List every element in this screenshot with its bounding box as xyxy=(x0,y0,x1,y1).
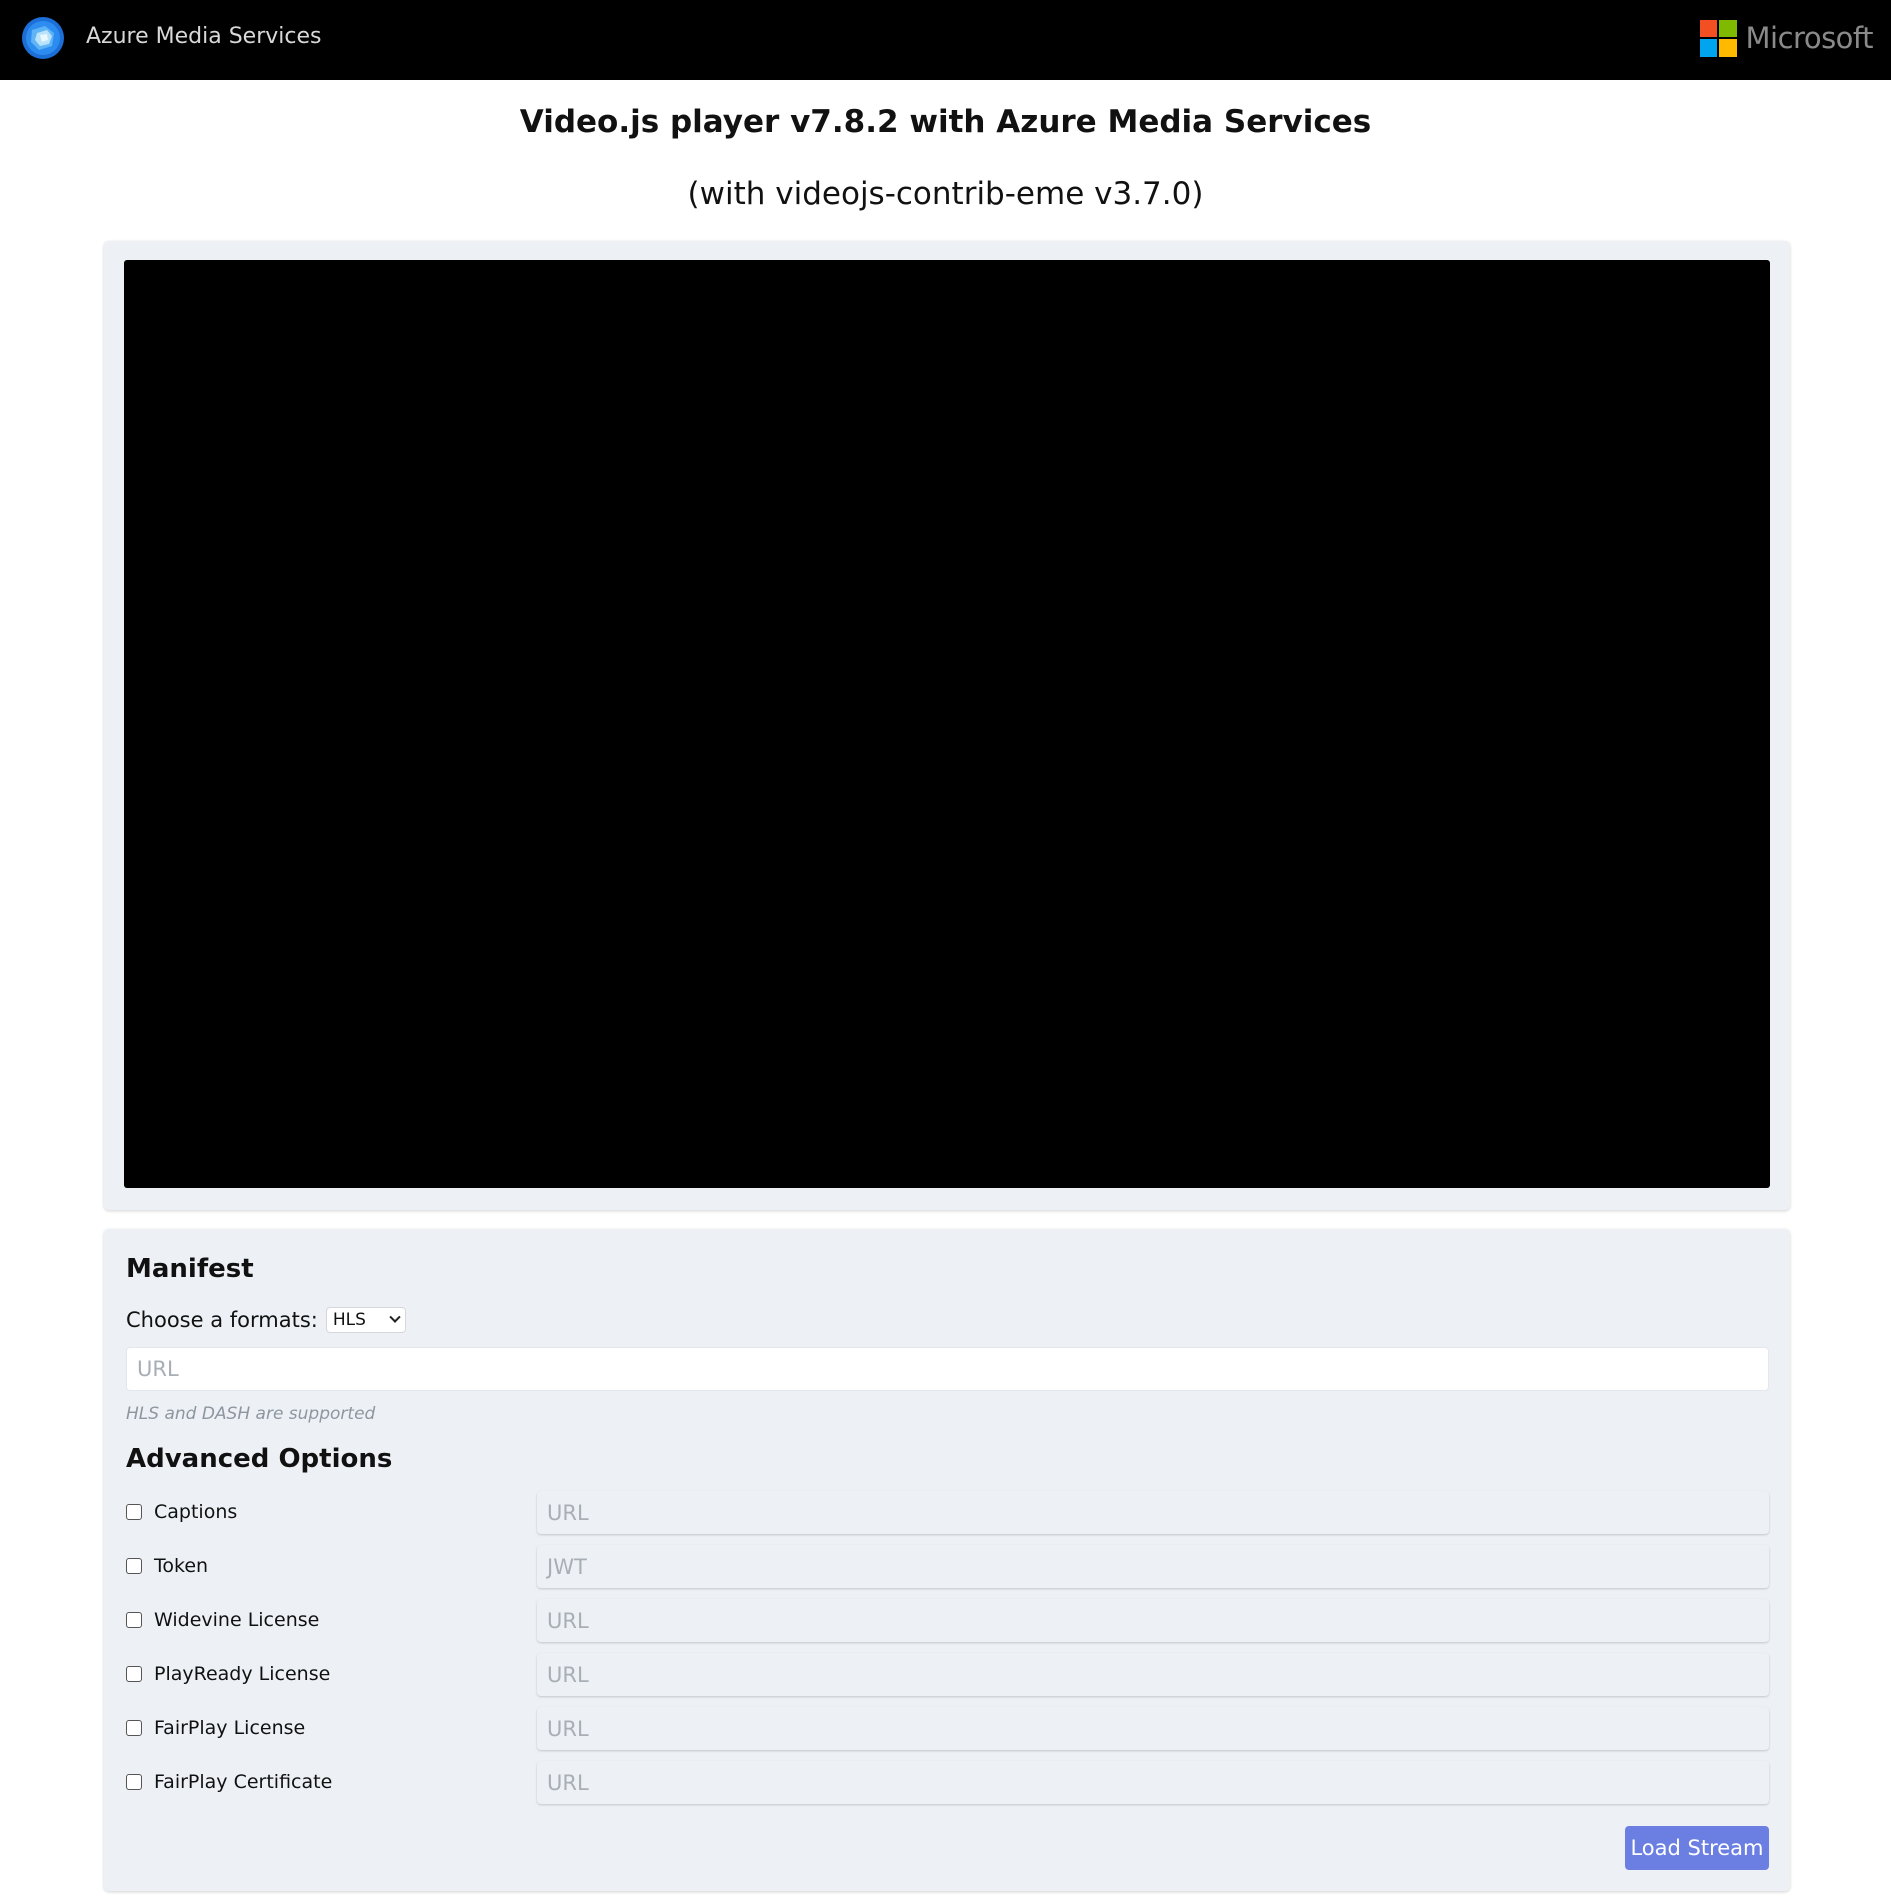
format-row: Choose a formats: HLS xyxy=(126,1305,406,1335)
microsoft-logo[interactable]: Microsoft xyxy=(1699,18,1874,58)
page-subtitle: (with videojs-contrib-eme v3.7.0) xyxy=(687,176,1204,212)
option-playready-license: PlayReady License URL xyxy=(126,1653,1769,1697)
manifest-url-placeholder: URL xyxy=(137,1357,179,1381)
widevine-license-url-placeholder: URL xyxy=(547,1608,589,1633)
token-checkbox[interactable] xyxy=(126,1558,142,1574)
microsoft-wordmark: Microsoft xyxy=(1745,21,1874,55)
stream-form: Manifest Choose a formats: HLS URL HLS a… xyxy=(104,1229,1790,1891)
fairplay-certificate-url-input[interactable]: URL xyxy=(537,1761,1769,1804)
fairplay-license-url-placeholder: URL xyxy=(547,1716,589,1741)
top-bar: Azure Media Services Microsoft xyxy=(0,0,1891,80)
manifest-url-input[interactable]: URL xyxy=(126,1347,1769,1391)
option-captions: Captions URL xyxy=(126,1491,1769,1535)
widevine-license-url-input[interactable]: URL xyxy=(537,1599,1769,1642)
azure-media-services-logo-icon[interactable] xyxy=(21,16,65,60)
fairplay-certificate-label[interactable]: FairPlay Certificate xyxy=(154,1771,332,1793)
fairplay-license-label[interactable]: FairPlay License xyxy=(154,1717,305,1739)
video-player[interactable] xyxy=(124,260,1770,1188)
player-panel xyxy=(104,241,1790,1210)
playready-license-checkbox[interactable] xyxy=(126,1666,142,1682)
chevron-down-icon xyxy=(389,1311,401,1323)
captions-url-input[interactable]: URL xyxy=(537,1491,1769,1534)
fairplay-certificate-url-placeholder: URL xyxy=(547,1770,589,1795)
format-select-value: HLS xyxy=(332,1310,366,1330)
format-select[interactable]: HLS xyxy=(325,1307,406,1333)
fairplay-certificate-checkbox[interactable] xyxy=(126,1774,142,1790)
manifest-heading: Manifest xyxy=(126,1254,254,1284)
fairplay-license-checkbox[interactable] xyxy=(126,1720,142,1736)
brand-name[interactable]: Azure Media Services xyxy=(86,24,321,49)
widevine-license-checkbox[interactable] xyxy=(126,1612,142,1628)
manifest-help-text: HLS and DASH are supported xyxy=(126,1404,376,1424)
playready-license-url-input[interactable]: URL xyxy=(537,1653,1769,1696)
captions-label[interactable]: Captions xyxy=(154,1501,237,1523)
token-jwt-placeholder: JWT xyxy=(547,1554,587,1579)
token-jwt-input[interactable]: JWT xyxy=(537,1545,1769,1588)
option-widevine-license: Widevine License URL xyxy=(126,1599,1769,1643)
page-title: Video.js player v7.8.2 with Azure Media … xyxy=(519,104,1372,140)
option-fairplay-license: FairPlay License URL xyxy=(126,1707,1769,1751)
token-label[interactable]: Token xyxy=(154,1555,208,1577)
load-stream-button[interactable]: Load Stream xyxy=(1625,1826,1769,1870)
microsoft-grid-icon xyxy=(1699,19,1737,57)
option-token: Token JWT xyxy=(126,1545,1769,1589)
playready-license-label[interactable]: PlayReady License xyxy=(154,1663,330,1685)
option-fairplay-certificate: FairPlay Certificate URL xyxy=(126,1761,1769,1805)
captions-checkbox[interactable] xyxy=(126,1504,142,1520)
widevine-license-label[interactable]: Widevine License xyxy=(154,1609,319,1631)
format-label: Choose a formats: xyxy=(126,1308,318,1332)
fairplay-license-url-input[interactable]: URL xyxy=(537,1707,1769,1750)
playready-license-url-placeholder: URL xyxy=(547,1662,589,1687)
advanced-options-heading: Advanced Options xyxy=(126,1444,393,1474)
captions-url-placeholder: URL xyxy=(547,1500,589,1525)
